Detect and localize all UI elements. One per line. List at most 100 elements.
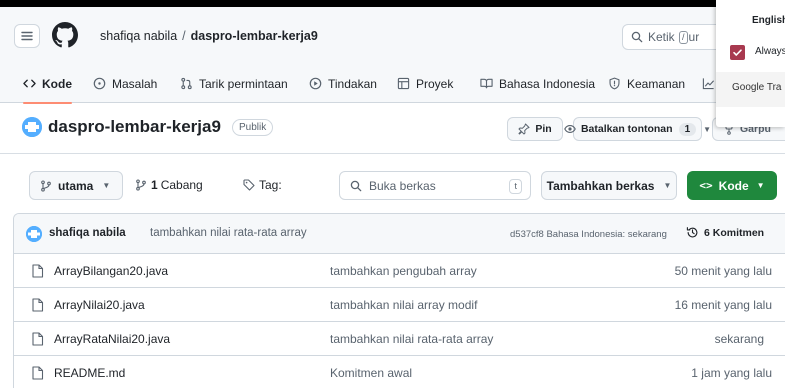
translate-language-tab[interactable]: English: [752, 15, 785, 26]
tab-label: Tindakan: [328, 76, 377, 91]
file-name-link[interactable]: ArrayRataNilai20.java: [54, 332, 170, 346]
table-icon: [397, 77, 410, 90]
commit-count: 6 Komitmen: [704, 226, 765, 239]
tab-pull-requests[interactable]: Tarik permintaan: [180, 64, 288, 103]
file-name-link[interactable]: ArrayNilai20.java: [54, 298, 145, 312]
tab-projects[interactable]: Proyek: [397, 64, 453, 103]
table-row[interactable]: ArrayNilai20.java tambahkan nilai array …: [14, 288, 785, 322]
repo-name-link[interactable]: daspro-lembar-kerja9: [191, 29, 318, 43]
repo-title[interactable]: daspro-lembar-kerja9: [48, 117, 221, 137]
code-button-label: Kode: [718, 178, 749, 193]
branch-word: Cabang: [160, 178, 203, 192]
tags-link[interactable]: Tag:: [243, 178, 282, 192]
chevron-down-icon: ▼: [703, 124, 712, 134]
file-name-link[interactable]: ArrayBilangan20.java: [54, 264, 168, 278]
commit-author[interactable]: shafiqa nabila: [49, 227, 126, 239]
table-row[interactable]: README.md Komitmen awal 1 jam yang lalu: [14, 356, 785, 388]
file-commit-message[interactable]: tambahkan nilai array modif: [330, 298, 477, 312]
add-file-button[interactable]: Tambahkan berkas ▼: [541, 171, 677, 200]
menu-button[interactable]: [14, 24, 40, 48]
pin-button[interactable]: Pin: [507, 117, 563, 141]
avatar[interactable]: [26, 226, 42, 242]
tab-wiki[interactable]: Bahasa Indonesia: [480, 64, 595, 103]
unwatch-button[interactable]: Batalkan tontonan 1 ▼: [564, 117, 711, 141]
search-icon: [631, 31, 643, 43]
file-updated-time: 1 jam yang lalu: [691, 366, 772, 380]
pin-icon: [518, 123, 530, 135]
hamburger-icon: [21, 31, 33, 41]
search-shortcut-key: /: [679, 30, 688, 44]
book-icon: [480, 78, 493, 89]
tab-label: Keamanan: [627, 76, 686, 91]
tab-label: Masalah: [112, 76, 158, 91]
shield-icon: [609, 77, 620, 90]
code-dropdown-button[interactable]: <> Kode ▼: [687, 171, 777, 200]
pull-request-icon: [181, 77, 192, 90]
window-top-bar: [0, 0, 785, 7]
file-updated-time: 16 menit yang lalu: [674, 298, 772, 312]
breadcrumb: shafiqa nabila / daspro-lembar-kerja9: [100, 29, 318, 43]
go-to-file-shortcut: t: [509, 179, 522, 194]
repo-title-bar: daspro-lembar-kerja9 Publik Pin Batalkan…: [0, 104, 785, 154]
tag-icon: [243, 179, 255, 191]
tab-actions[interactable]: Tindakan: [309, 64, 377, 103]
commit-message[interactable]: tambahkan nilai rata-rata array: [150, 227, 307, 239]
visibility-badge: Publik: [232, 119, 274, 136]
google-translate-brand: Google Tra: [732, 82, 782, 93]
file-toolbar: utama ▼ 1 Cabang Tag: Buka berkas t Tamba…: [0, 171, 785, 201]
repo-nav-tabs: Kode Masalah Tarik permintaan Tindakan P…: [0, 64, 785, 104]
table-row[interactable]: ArrayRataNilai20.java tambahkan nilai ra…: [14, 322, 785, 356]
go-to-file-placeholder: Buka berkas: [369, 178, 436, 193]
file-commit-message[interactable]: Komitmen awal: [330, 366, 412, 380]
tab-label: Tarik permintaan: [199, 76, 288, 91]
commit-hash-info[interactable]: d537cf8 Bahasa Indonesia: sekarang: [510, 229, 667, 240]
file-commit-message[interactable]: tambahkan pengubah array: [330, 264, 477, 278]
branch-selector[interactable]: utama ▼: [29, 171, 123, 200]
branch-name: utama: [58, 178, 94, 193]
pin-label: Pin: [535, 123, 552, 135]
avatar-pattern-icon: [26, 226, 42, 242]
search-placeholder-prefix: Ketik: [648, 30, 675, 44]
repo-avatar[interactable]: [22, 117, 42, 137]
graph-icon: [702, 78, 715, 90]
breadcrumb-separator: /: [182, 29, 186, 43]
file-updated-time: sekarang: [714, 332, 764, 346]
search-input[interactable]: Ketik / ur: [622, 24, 722, 50]
go-to-file-input[interactable]: Buka berkas t: [339, 171, 531, 200]
file-icon: [32, 366, 44, 380]
add-file-label: Tambahkan berkas: [546, 178, 655, 193]
chevron-down-icon: ▼: [663, 181, 672, 190]
always-translate-label[interactable]: Always: [755, 46, 785, 57]
chevron-down-icon: ▼: [756, 181, 765, 190]
tab-code[interactable]: Kode: [23, 64, 72, 104]
latest-commit-row: shafiqa nabila tambahkan nilai rata-rata…: [14, 214, 785, 254]
tab-security[interactable]: Keamanan: [608, 64, 685, 103]
code-icon: [23, 79, 36, 88]
eye-icon: [564, 125, 576, 133]
search-icon: [350, 180, 362, 191]
github-logo-icon[interactable]: [52, 22, 78, 48]
file-icon: [32, 332, 44, 346]
unwatch-label: Batalkan tontonan: [580, 123, 673, 135]
watch-count: 1: [678, 122, 697, 136]
always-translate-checkbox[interactable]: [730, 45, 745, 60]
checkmark-icon: [733, 49, 742, 56]
file-icon: [32, 298, 44, 312]
branch-count: 1: [151, 178, 158, 192]
table-row[interactable]: ArrayBilangan20.java tambahkan pengubah …: [14, 254, 785, 288]
code-icon: <>: [699, 179, 713, 192]
branches-link[interactable]: 1 Cabang: [135, 178, 203, 192]
repo-owner-link[interactable]: shafiqa nabila: [100, 29, 177, 43]
file-table: shafiqa nabila tambahkan nilai rata-rata…: [13, 213, 785, 388]
commits-link[interactable]: 6 Komitmen: [686, 226, 764, 239]
file-name-link[interactable]: README.md: [54, 366, 125, 380]
tab-label: Proyek: [416, 76, 454, 91]
translate-popup: English Always Google Tra: [716, 0, 785, 127]
play-icon: [309, 77, 322, 90]
file-commit-message[interactable]: tambahkan nilai rata-rata array: [330, 332, 493, 346]
issue-icon: [93, 77, 106, 90]
repo-header-bar: shafiqa nabila / daspro-lembar-kerja9 Keti…: [0, 7, 785, 64]
file-icon: [32, 264, 44, 278]
tab-issues[interactable]: Masalah: [93, 64, 157, 103]
tag-label: Tag:: [259, 178, 282, 192]
